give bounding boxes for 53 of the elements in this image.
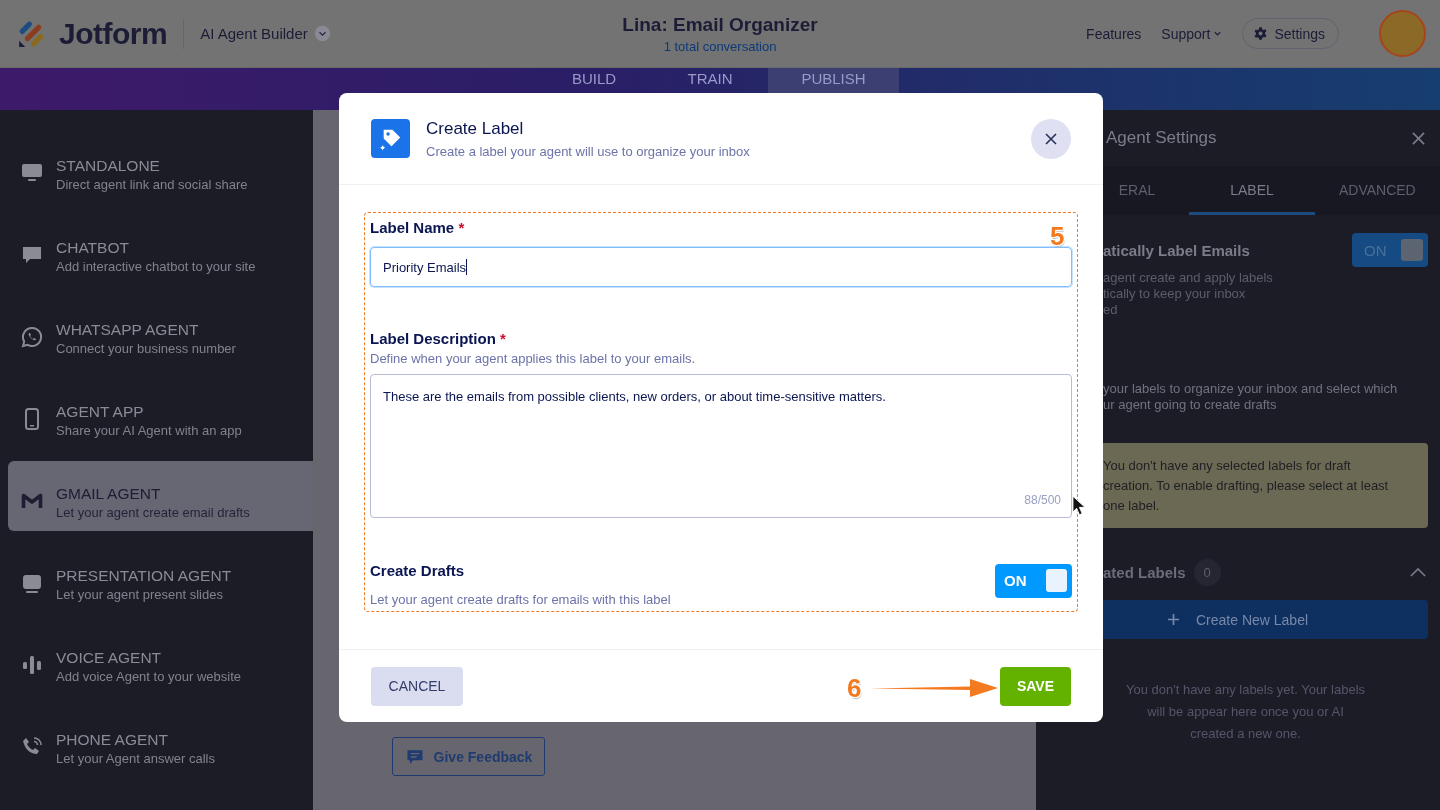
field-label: Label Description * <box>370 330 507 347</box>
save-button[interactable]: SAVE <box>1000 666 1071 706</box>
setting-title: atically Label Emails <box>1103 242 1251 259</box>
toggle-switch[interactable]: ON <box>995 563 1072 598</box>
caret-icon <box>1213 29 1223 38</box>
nav-link[interactable]: Support <box>1161 25 1223 42</box>
sidebar-item[interactable]: AGENT APP Share your AI Agent with an app <box>8 379 313 449</box>
sidebar-item[interactable]: CHATBOT Add interactive chatbot to your site <box>8 215 313 285</box>
nav-link[interactable]: Features <box>1086 25 1142 42</box>
speech-bubble-icon <box>20 325 44 349</box>
description-field[interactable]: These are the emails from possible clients, new orders, or about time-sensitive matters. 88/500 <box>370 374 1072 518</box>
label-name-field[interactable]: Priority Emails <box>370 247 1072 287</box>
settings-button[interactable]: Settings <box>1242 18 1339 49</box>
field-hint: Let your agent create drafts for emails with this label <box>370 592 671 607</box>
sidebar-item[interactable]: GMAIL AGENT Let your agent create email drafts <box>8 461 313 531</box>
step-number: 5 <box>1050 223 1065 249</box>
mouse-pointer-icon <box>1072 495 1085 516</box>
dialog-subtitle: Create a label your agent will use to organize your inbox <box>426 143 751 159</box>
tab[interactable]: ADVANCED <box>1314 166 1440 215</box>
cancel-button[interactable]: CANCEL <box>371 666 463 706</box>
labels-description: your labels to organize your inbox and select which ur agent going to create drafts <box>1103 381 1399 413</box>
sidebar-item[interactable]: PRESENTATION AGENT Let your agent present slides <box>8 543 313 613</box>
tab[interactable]: LABEL <box>1189 166 1315 215</box>
sidebar-item[interactable]: STANDALONE Direct agent link and social share <box>8 133 313 203</box>
tab[interactable]: BUILD <box>536 68 652 110</box>
bar-chart-icon <box>20 653 44 677</box>
chevron-down-icon <box>313 25 331 42</box>
count-badge: 0 <box>1193 558 1221 586</box>
section-title: ated Labels <box>1103 563 1186 581</box>
panel-title: Agent Settings <box>1106 128 1217 148</box>
settings-icon <box>1253 26 1269 41</box>
sidebar-item[interactable]: VOICE AGENT Add voice Agent to your website <box>8 625 313 695</box>
product-menu[interactable]: AI Agent Builder <box>200 25 331 42</box>
dialog-title: Create Label <box>426 118 525 139</box>
empty-message: You don't have any labels yet. Your labels will be appear here once you or AI created a new one. <box>1124 681 1367 743</box>
agent-title: Lina: Email Organizer <box>622 13 818 36</box>
conversation-count[interactable]: 1 total conversation <box>663 38 777 54</box>
logo-wordmark[interactable]: Jotform <box>59 16 168 51</box>
sidebar-item[interactable]: PHONE AGENT Let your Agent answer calls <box>8 707 313 777</box>
field-label: Create Drafts <box>370 562 466 579</box>
feedback-button[interactable]: Give Feedback <box>392 737 545 776</box>
close-icon[interactable] <box>1412 131 1425 145</box>
field-hint: Define when your agent applies this label to your emails. <box>370 351 697 366</box>
close-icon <box>1045 132 1057 145</box>
close-button[interactable] <box>1031 118 1071 159</box>
setting-description: agent create and apply labels tically to keep your inbox ed <box>1103 270 1273 318</box>
sidebar-item[interactable]: WHATSAPP AGENT Connect your business number <box>8 297 313 367</box>
plus-icon <box>1167 614 1179 625</box>
chevron-icon[interactable] <box>1410 567 1426 577</box>
tab[interactable]: ERAL <box>1036 166 1190 215</box>
tab[interactable]: TRAIN <box>652 68 768 110</box>
tag-icon <box>371 119 410 158</box>
step-number: 6 <box>847 675 862 701</box>
